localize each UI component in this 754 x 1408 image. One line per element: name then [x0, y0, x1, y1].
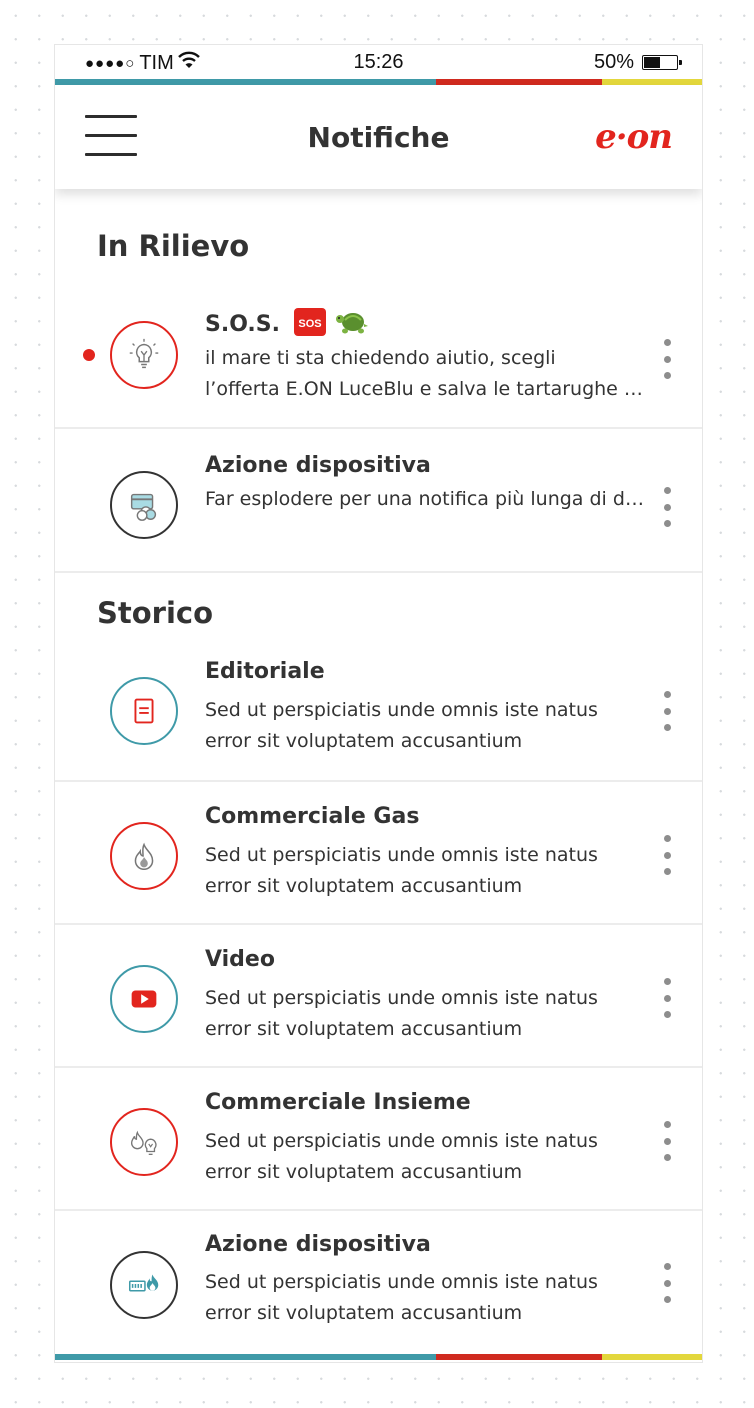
notification-body: il mare ti sta chiedendo aiutio, scegli … — [205, 343, 645, 405]
section-title-history: Storico — [97, 596, 214, 630]
sos-icon: SOS — [293, 308, 326, 342]
meter-flame-icon — [110, 1251, 178, 1319]
notification-row-commerciale-gas[interactable]: Commerciale Gas Sed ut perspiciatis unde… — [55, 782, 702, 925]
color-segment-yellow — [602, 1354, 702, 1360]
notification-body-line: error sit voluptatem accusantium — [205, 1161, 523, 1183]
nav-bar: Notifiche e·on — [55, 85, 702, 189]
notification-row-commerciale-insieme[interactable]: Commerciale Insieme Sed ut perspiciatis … — [55, 1068, 702, 1211]
notification-body-line: error sit voluptatem accusantium — [205, 1302, 523, 1324]
notification-body-line: Sed ut perspiciatis unde omnis iste natu… — [205, 1271, 598, 1293]
more-options-icon[interactable] — [661, 1121, 673, 1161]
notification-row-sos[interactable]: S.O.S. SOS il mare ti sta chiedendo aiut… — [55, 285, 702, 429]
phone-screen: ●●●●○ TIM 15:26 50% Notifiche e·on In Ri… — [54, 44, 703, 1363]
document-icon — [110, 677, 178, 745]
notification-row-video[interactable]: Video Sed ut perspiciatis unde omnis ist… — [55, 925, 702, 1068]
more-options-icon[interactable] — [661, 835, 673, 875]
notification-body-line: error sit voluptatem accusantium — [205, 730, 523, 752]
more-options-icon[interactable] — [661, 339, 673, 379]
notification-body: Sed ut perspiciatis unde omnis iste natu… — [205, 1267, 645, 1329]
sos-badge-text: SOS — [298, 318, 321, 330]
status-bar: ●●●●○ TIM 15:26 50% — [55, 45, 702, 79]
battery-icon — [642, 55, 682, 70]
card-coins-icon — [110, 471, 178, 539]
more-options-icon[interactable] — [661, 487, 673, 527]
unread-dot — [83, 349, 95, 361]
notification-body-line: error sit voluptatem accusantium — [205, 875, 523, 897]
flame-icon — [110, 822, 178, 890]
notification-body: Sed ut perspiciatis unde omnis iste natu… — [205, 840, 645, 902]
notification-body-line: Sed ut perspiciatis unde omnis iste natu… — [205, 699, 598, 721]
battery-fill — [644, 57, 660, 68]
battery-group: 50% — [593, 51, 682, 74]
notification-body-line: Sed ut perspiciatis unde omnis iste natu… — [205, 844, 598, 866]
notification-body: Sed ut perspiciatis unde omnis iste natu… — [205, 1126, 645, 1188]
notification-title: S.O.S. SOS — [205, 307, 369, 343]
notification-body-line: error sit voluptatem accusantium — [205, 1018, 523, 1040]
section-title-highlight: In Rilievo — [97, 229, 250, 263]
notification-title: Editoriale — [205, 659, 325, 684]
notification-title: Azione dispositiva — [205, 453, 431, 478]
notification-body: Sed ut perspiciatis unde omnis iste natu… — [205, 983, 645, 1045]
turtle-icon — [335, 307, 369, 343]
notification-body-line: Sed ut perspiciatis unde omnis iste natu… — [205, 1130, 598, 1152]
notification-title: Commerciale Insieme — [205, 1090, 471, 1115]
notification-body-line: l’offerta E.ON LuceBlu e salva le tartar… — [205, 378, 645, 400]
notification-body-line: Far esplodere per una notifica più lunga… — [205, 488, 645, 510]
color-segment-red — [436, 1354, 602, 1360]
notification-title: Commerciale Gas — [205, 804, 420, 829]
notification-row-editoriale[interactable]: Editoriale Sed ut perspiciatis unde omni… — [55, 637, 702, 782]
notification-body-line: Sed ut perspiciatis unde omnis iste natu… — [205, 987, 598, 1009]
notification-body: Far esplodere per una notifica più lunga… — [205, 484, 645, 515]
lightbulb-icon — [110, 321, 178, 389]
color-segment-teal — [55, 1354, 436, 1360]
battery-percent: 50% — [593, 51, 634, 73]
notification-title: Azione dispositiva — [205, 1232, 431, 1257]
more-options-icon[interactable] — [661, 1263, 673, 1303]
notification-row-azione-dispositiva[interactable]: Azione dispositiva Far esplodere per una… — [55, 429, 702, 573]
notification-body-line: il mare ti sta chiedendo aiutio, scegli — [205, 347, 556, 369]
notification-title: Video — [205, 947, 275, 972]
more-options-icon[interactable] — [661, 978, 673, 1018]
brand-color-bar-bottom — [55, 1354, 702, 1360]
notification-body: Sed ut perspiciatis unde omnis iste natu… — [205, 695, 645, 757]
more-options-icon[interactable] — [661, 691, 673, 731]
flame-bulb-icon — [110, 1108, 178, 1176]
row-divider — [55, 571, 702, 573]
play-icon — [110, 965, 178, 1033]
notification-row-azione-dispositiva-storico[interactable]: Azione dispositiva Sed ut perspiciatis u… — [55, 1211, 702, 1354]
eon-logo: e·on — [595, 117, 673, 157]
notification-title-text: S.O.S. — [205, 312, 280, 337]
